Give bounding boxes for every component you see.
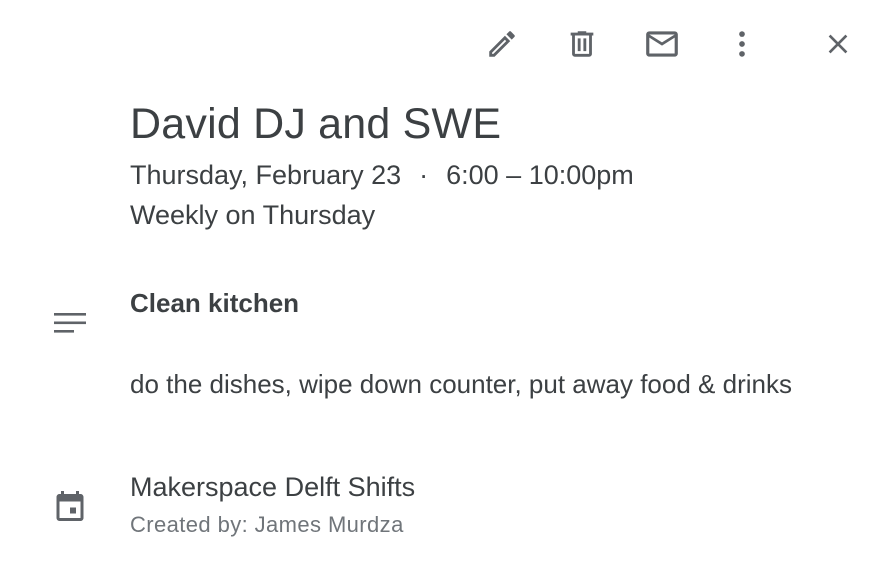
- event-date-time: Thursday, February 23 · 6:00 – 10:00pm: [130, 158, 634, 192]
- edit-button[interactable]: [478, 20, 526, 68]
- pencil-icon: [489, 31, 515, 57]
- close-button[interactable]: [814, 20, 862, 68]
- delete-button[interactable]: [558, 20, 606, 68]
- event-color-swatch: [60, 110, 80, 130]
- mail-icon: [646, 31, 678, 57]
- notes-icon: [54, 313, 86, 333]
- date-time-separator: ·: [419, 160, 429, 190]
- more-options-button[interactable]: [718, 20, 766, 68]
- more-vert-icon: [739, 31, 745, 57]
- description-body: do the dishes, wipe down counter, put aw…: [130, 369, 792, 399]
- event-time: 6:00 – 10:00pm: [446, 160, 634, 190]
- created-by-label: Created by: James Murdza: [130, 512, 404, 537]
- event-recurrence: Weekly on Thursday: [130, 200, 376, 230]
- close-icon: [828, 34, 848, 54]
- event-title: David DJ and SWE: [130, 100, 502, 148]
- trash-icon: [570, 31, 594, 57]
- description-heading: Clean kitchen: [130, 288, 300, 318]
- calendar-icon: [56, 491, 84, 521]
- calendar-name: Makerspace Delft Shifts: [130, 472, 416, 502]
- event-date: Thursday, February 23: [130, 160, 402, 190]
- email-guests-button[interactable]: [638, 20, 686, 68]
